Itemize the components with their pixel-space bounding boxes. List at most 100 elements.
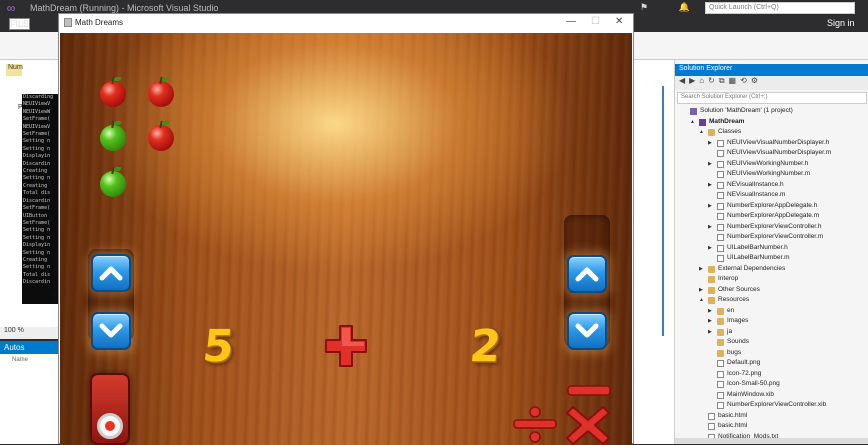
menu-file[interactable]: FILE bbox=[9, 18, 31, 30]
solution-tree-item-label: MainWindow.xib bbox=[727, 390, 774, 398]
solution-tree-item-label: NumberExplorerViewController.xib bbox=[727, 401, 827, 408]
collapse-icon[interactable]: ▲ bbox=[699, 297, 704, 303]
minus-operator-icon[interactable] bbox=[566, 385, 612, 397]
solution-tree-item[interactable]: ▶ Images bbox=[675, 317, 868, 328]
expand-icon[interactable]: ▶ bbox=[708, 224, 712, 230]
vs-notification-icons[interactable]: ⚑ 🔔 bbox=[640, 2, 704, 13]
solution-tree-item[interactable]: basic.html bbox=[675, 412, 868, 423]
solution-tree-item[interactable]: Icon-72.png bbox=[675, 370, 868, 381]
solution-tree-item[interactable]: NumberExplorerViewController.xib bbox=[675, 401, 868, 412]
solution-tree-item[interactable]: NEUIViewWorkingNumber.m bbox=[675, 170, 868, 181]
solution-tree-item[interactable]: ▶ NEVisualInstance.h bbox=[675, 181, 868, 192]
solution-tree-item[interactable]: Interop bbox=[675, 275, 868, 286]
solution-tree-item[interactable]: NumberExplorerAppDelegate.m bbox=[675, 212, 868, 223]
solution-tree-item[interactable]: ▶ NEUIViewVisualNumberDisplayer.h bbox=[675, 139, 868, 150]
close-icon[interactable]: ✕ bbox=[615, 16, 623, 27]
solution-tree-item[interactable]: ▶ en bbox=[675, 307, 868, 318]
solution-tree-item-label: MathDream bbox=[709, 117, 745, 125]
expand-icon[interactable]: ▶ bbox=[708, 140, 712, 146]
apple-counter-icon bbox=[100, 120, 126, 151]
console-line: Displayin bbox=[23, 242, 51, 249]
second-number-up-button[interactable] bbox=[567, 255, 607, 293]
solution-tree-item[interactable]: Solution 'MathDream' (1 project) bbox=[675, 107, 868, 118]
expand-icon[interactable]: ▶ bbox=[708, 329, 712, 335]
solution-tree-item[interactable]: bugs bbox=[675, 349, 868, 360]
expand-icon[interactable]: ▶ bbox=[699, 287, 703, 293]
solution-tree-item[interactable]: ▲ MathDream bbox=[675, 118, 868, 129]
solution-tree-item[interactable]: Default.png bbox=[675, 359, 868, 370]
solution-tree-item[interactable]: ▶ NumberExplorerAppDelegate.h bbox=[675, 202, 868, 213]
sign-in-link[interactable]: Sign in bbox=[827, 18, 855, 28]
solution-explorer-search-input[interactable]: Search Solution Explorer (Ctrl+;) bbox=[677, 92, 867, 104]
sim-title-bar: Math Dreams — ☐ ✕ bbox=[59, 14, 633, 32]
solution-tree-item[interactable]: NEVisualInstance.m bbox=[675, 191, 868, 202]
sim-window-title: Math Dreams bbox=[75, 18, 124, 27]
folder-icon bbox=[708, 297, 715, 304]
record-icon bbox=[97, 413, 123, 439]
expand-icon[interactable]: ▶ bbox=[708, 203, 712, 209]
first-number-down-button[interactable] bbox=[91, 312, 131, 350]
scrollbar[interactable] bbox=[662, 86, 664, 336]
solution-tree-item[interactable]: basic.html bbox=[675, 422, 868, 433]
solution-tree-item[interactable]: ▲ Resources bbox=[675, 296, 868, 307]
expand-icon[interactable]: ▶ bbox=[708, 308, 712, 314]
file-icon bbox=[717, 171, 724, 178]
folder-icon bbox=[708, 276, 715, 283]
folder-icon bbox=[717, 307, 724, 315]
solution-tree-item[interactable]: Icon-Small-50.png bbox=[675, 380, 868, 391]
expand-icon[interactable]: ▶ bbox=[699, 266, 703, 272]
solution-tree-item-label: NEUIViewVisualNumberDisplayer.m bbox=[727, 149, 832, 156]
solution-tree-item[interactable]: NEUIViewVisualNumberDisplayer.m bbox=[675, 149, 868, 160]
record-button[interactable] bbox=[90, 373, 130, 445]
folder-icon bbox=[708, 265, 715, 273]
solution-tree-item-label: Icon-72.png bbox=[727, 369, 762, 377]
console-line: NEUIViewV bbox=[23, 101, 51, 108]
file-icon bbox=[717, 181, 724, 189]
first-number: 5 bbox=[200, 321, 237, 372]
chevron-down-icon bbox=[575, 323, 599, 338]
zoom-level[interactable]: 100 % bbox=[0, 327, 58, 339]
first-number-up-button[interactable] bbox=[91, 254, 131, 292]
divide-operator-icon[interactable] bbox=[512, 405, 558, 445]
collapse-icon[interactable]: ▲ bbox=[690, 119, 695, 125]
solution-tree-item-label: en bbox=[727, 306, 735, 314]
solution-tree-item[interactable]: Sounds bbox=[675, 338, 868, 349]
solution-tree-item-label: Solution 'MathDream' (1 project) bbox=[700, 107, 793, 114]
folder-icon bbox=[717, 318, 724, 325]
quick-launch-input[interactable]: Quick Launch (Ctrl+Q) bbox=[705, 2, 855, 14]
console-line: Setting n bbox=[23, 175, 51, 182]
solution-tree-item[interactable]: ▶ ja bbox=[675, 328, 868, 339]
multiply-operator-icon[interactable] bbox=[565, 403, 611, 445]
console-line: Setting n bbox=[23, 227, 51, 234]
maximize-icon[interactable]: ☐ bbox=[591, 16, 600, 27]
editor-area[interactable]: Pr Num DiscardingNEUIViewVNEUIViewWSetFr… bbox=[0, 60, 62, 330]
collapse-icon[interactable]: ▲ bbox=[699, 129, 704, 135]
solution-tree-item[interactable]: ▶ NEUIViewWorkingNumber.h bbox=[675, 160, 868, 171]
apple-counter-icon bbox=[100, 76, 126, 107]
plus-operator-icon bbox=[325, 325, 367, 367]
document-tab[interactable]: Num bbox=[6, 64, 23, 76]
solution-tree-item[interactable]: NumberExplorerViewController.m bbox=[675, 233, 868, 244]
console-line: SetFrame( bbox=[23, 205, 51, 212]
solution-tree-item[interactable]: ▶ UILabelBarNumber.h bbox=[675, 244, 868, 255]
solution-icon bbox=[690, 108, 697, 115]
solution-tree-item[interactable]: ▶ NumberExplorerViewController.h bbox=[675, 223, 868, 234]
second-number-down-button[interactable] bbox=[567, 312, 607, 350]
solution-tree-item-label: NumberExplorerAppDelegate.m bbox=[727, 212, 820, 219]
console-line: Discardin bbox=[23, 279, 51, 286]
solution-tree-item[interactable]: ▶ Other Sources bbox=[675, 286, 868, 297]
solution-explorer-toolbar[interactable]: ◀▶⌂↻⧉▦⟲⚙ bbox=[675, 76, 868, 90]
expand-icon[interactable]: ▶ bbox=[708, 161, 712, 167]
expand-icon[interactable]: ▶ bbox=[708, 245, 712, 251]
solution-tree-item[interactable]: UILabelBarNumber.m bbox=[675, 254, 868, 265]
minimize-icon[interactable]: — bbox=[566, 16, 576, 27]
file-icon bbox=[717, 402, 724, 409]
apple-counter-icon bbox=[148, 76, 174, 107]
expand-icon[interactable]: ▶ bbox=[708, 318, 712, 324]
solution-tree-item[interactable]: ▲ Classes bbox=[675, 128, 868, 139]
solution-tree-item[interactable]: ▶ External Dependencies bbox=[675, 265, 868, 276]
solution-tree-item-label: NEUIViewVisualNumberDisplayer.h bbox=[727, 138, 830, 146]
expand-icon[interactable]: ▶ bbox=[708, 182, 712, 188]
solution-tree-item-label: External Dependencies bbox=[718, 264, 786, 272]
solution-tree-item[interactable]: MainWindow.xib bbox=[675, 391, 868, 402]
